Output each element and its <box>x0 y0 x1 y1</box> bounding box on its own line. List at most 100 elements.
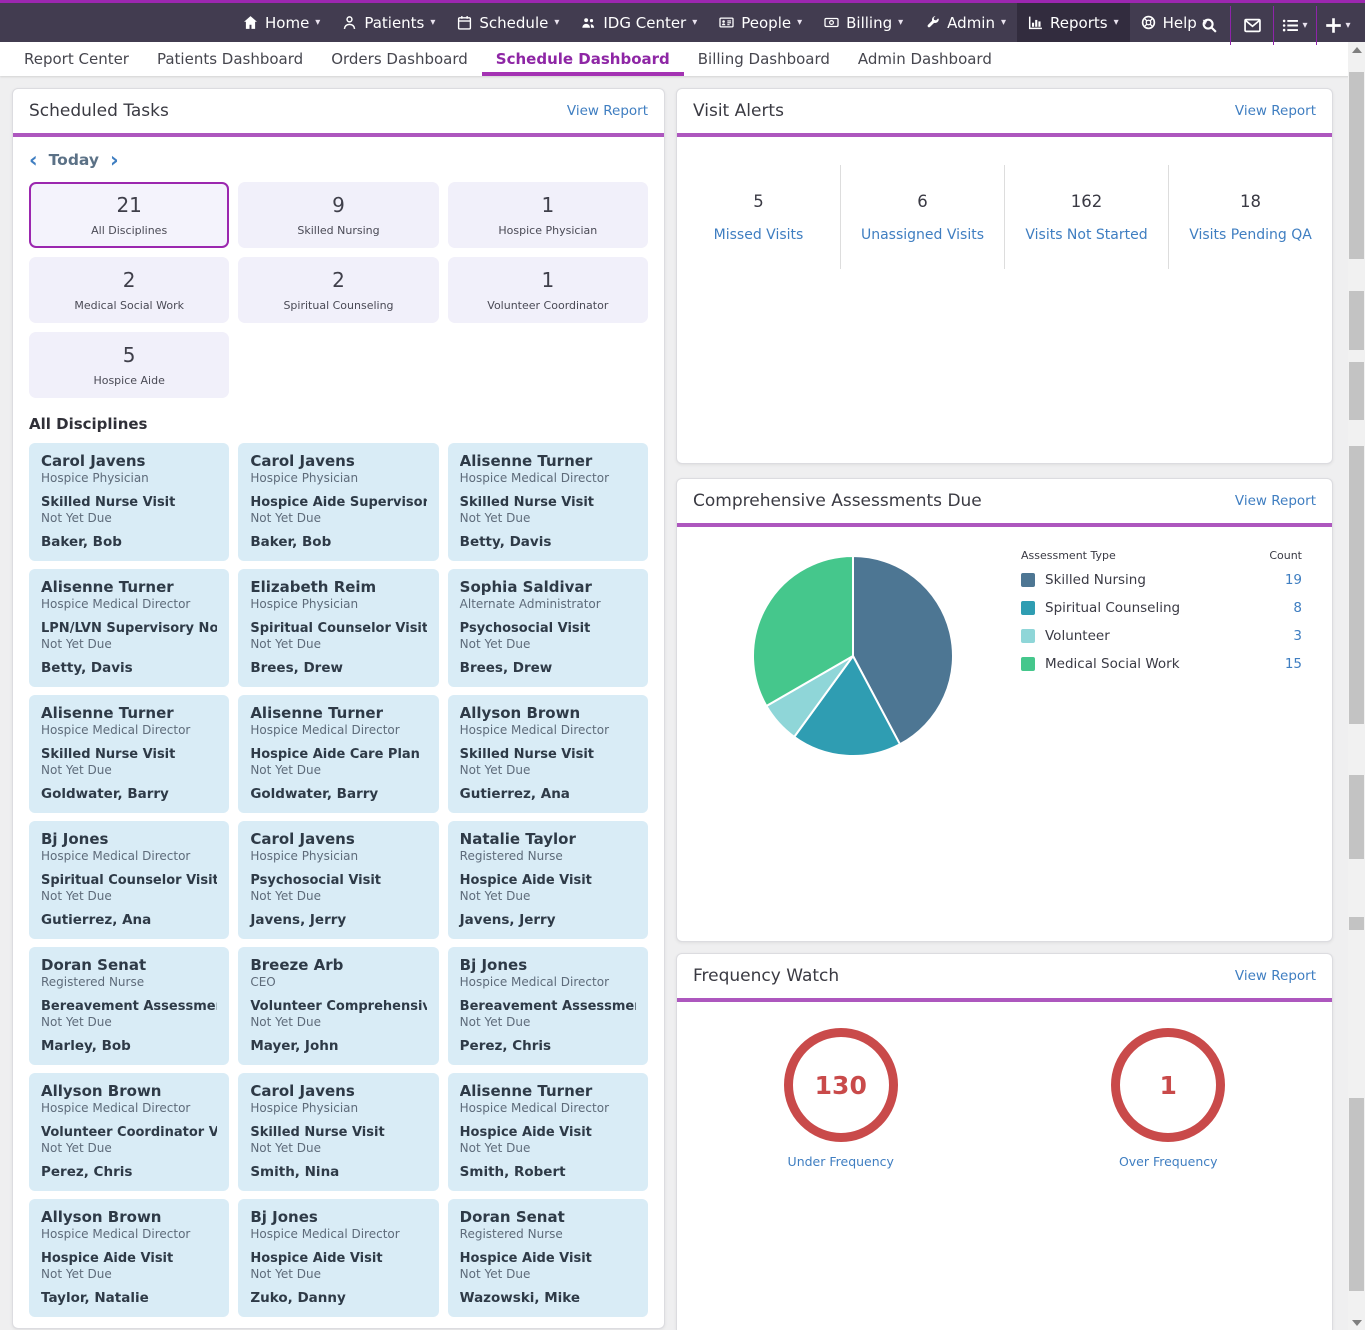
legend-count[interactable]: 19 <box>1285 572 1302 588</box>
task-card[interactable]: Doran SenatRegistered NurseBereavement A… <box>29 947 229 1065</box>
discipline-card-volunteer-coordinator[interactable]: 1Volunteer Coordinator <box>448 257 648 323</box>
view-report-link[interactable]: View Report <box>1235 103 1316 119</box>
frequency-stats: 130Under Frequency1Over Frequency <box>677 1028 1332 1169</box>
patient-name: Marley, Bob <box>41 1038 217 1055</box>
task-card[interactable]: Alisenne TurnerHospice Medical DirectorL… <box>29 569 229 687</box>
discipline-card-spiritual-counseling[interactable]: 2Spiritual Counseling <box>238 257 438 323</box>
task-status: Not Yet Due <box>250 637 426 652</box>
frequency-stat: 1Over Frequency <box>1005 1028 1333 1169</box>
nav-item-idg-center[interactable]: IDG Center▾ <box>570 3 708 42</box>
tab-billing-dashboard[interactable]: Billing Dashboard <box>684 42 844 76</box>
nav-item-billing[interactable]: Billing▾ <box>813 3 914 42</box>
legend-header: Assessment Type Count <box>1021 549 1302 562</box>
stat-link-under-frequency[interactable]: Under Frequency <box>788 1154 894 1169</box>
scrollbar-thumb[interactable] <box>1349 291 1364 350</box>
stat-link-missed-visits[interactable]: Missed Visits <box>714 227 804 243</box>
people-icon <box>719 15 734 30</box>
patient-name: Goldwater, Barry <box>250 786 426 803</box>
next-day-chevron-icon[interactable]: › <box>110 151 119 169</box>
tab-schedule-dashboard[interactable]: Schedule Dashboard <box>482 42 684 76</box>
task-card[interactable]: Carol JavensHospice PhysicianSkilled Nur… <box>238 1073 438 1191</box>
task-card[interactable]: Allyson BrownHospice Medical DirectorSki… <box>448 695 648 813</box>
task-card[interactable]: Bj JonesHospice Medical DirectorSpiritua… <box>29 821 229 939</box>
stat-link-visits-pending-qa[interactable]: Visits Pending QA <box>1189 227 1312 243</box>
clinician-name: Alisenne Turner <box>460 1082 636 1101</box>
list-button[interactable]: ▾ <box>1274 6 1316 45</box>
scrollbar-thumb[interactable] <box>1349 362 1364 420</box>
task-name: Skilled Nurse Visit <box>460 746 636 763</box>
discipline-card-medical-social-work[interactable]: 2Medical Social Work <box>29 257 229 323</box>
task-status: Not Yet Due <box>250 889 426 904</box>
stat-link-over-frequency[interactable]: Over Frequency <box>1119 1154 1218 1169</box>
discipline-card-skilled-nursing[interactable]: 9Skilled Nursing <box>238 182 438 248</box>
legend-label: Spiritual Counseling <box>1045 600 1180 616</box>
scrollbar-down-arrow[interactable] <box>1352 1320 1362 1326</box>
nav-item-people[interactable]: People▾ <box>708 3 813 42</box>
task-card[interactable]: Doran SenatRegistered NurseHospice Aide … <box>448 1199 648 1317</box>
legend-count[interactable]: 8 <box>1293 600 1302 616</box>
task-card[interactable]: Alisenne TurnerHospice Medical DirectorH… <box>238 695 438 813</box>
view-report-link[interactable]: View Report <box>567 103 648 119</box>
task-card[interactable]: Carol JavensHospice PhysicianPsychosocia… <box>238 821 438 939</box>
dashboard-tab-bar: Report CenterPatients DashboardOrders Da… <box>0 42 1365 76</box>
scrollbar-thumb[interactable] <box>1349 917 1364 930</box>
clinician-name: Alisenne Turner <box>41 704 217 723</box>
scrollbar-thumb[interactable] <box>1349 1098 1364 1291</box>
tab-report-center[interactable]: Report Center <box>10 42 143 76</box>
mail-button[interactable] <box>1231 6 1273 45</box>
plus-button[interactable]: ▾ <box>1317 6 1359 45</box>
task-card[interactable]: Breeze ArbCEOVolunteer Comprehensive A..… <box>238 947 438 1065</box>
scrollbar-thumb[interactable] <box>1349 446 1364 724</box>
task-card[interactable]: Alisenne TurnerHospice Medical DirectorS… <box>448 443 648 561</box>
discipline-label: Hospice Physician <box>498 224 597 237</box>
tab-patients-dashboard[interactable]: Patients Dashboard <box>143 42 317 76</box>
patient-name: Wazowski, Mike <box>460 1290 636 1307</box>
stat-link-visits-not-started[interactable]: Visits Not Started <box>1025 227 1147 243</box>
scrollbar-thumb[interactable] <box>1349 72 1364 259</box>
nav-item-schedule[interactable]: Schedule▾ <box>446 3 570 42</box>
task-card[interactable]: Allyson BrownHospice Medical DirectorVol… <box>29 1073 229 1191</box>
stat-link-unassigned-visits[interactable]: Unassigned Visits <box>861 227 984 243</box>
view-report-link[interactable]: View Report <box>1235 968 1316 984</box>
clinician-role: Registered Nurse <box>460 849 636 864</box>
task-card[interactable]: Allyson BrownHospice Medical DirectorHos… <box>29 1199 229 1317</box>
task-card[interactable]: Carol JavensHospice PhysicianSkilled Nur… <box>29 443 229 561</box>
task-card[interactable]: Sophia SaldivarAlternate AdministratorPs… <box>448 569 648 687</box>
legend-count[interactable]: 15 <box>1285 656 1302 672</box>
clinician-name: Bj Jones <box>460 956 636 975</box>
nav-item-patients[interactable]: Patients▾ <box>331 3 446 42</box>
patient-name: Brees, Drew <box>460 660 636 677</box>
nav-item-reports[interactable]: Reports▾ <box>1017 3 1130 42</box>
tab-admin-dashboard[interactable]: Admin Dashboard <box>844 42 1006 76</box>
patients-icon <box>342 15 357 30</box>
clinician-name: Allyson Brown <box>41 1208 217 1227</box>
previous-day-chevron-icon[interactable]: ‹ <box>29 151 38 169</box>
discipline-card-all-disciplines[interactable]: 21All Disciplines <box>29 182 229 248</box>
legend-col-count: Count <box>1269 549 1302 562</box>
legend-count[interactable]: 3 <box>1293 628 1302 644</box>
tab-orders-dashboard[interactable]: Orders Dashboard <box>317 42 482 76</box>
clinician-name: Bj Jones <box>41 830 217 849</box>
task-card[interactable]: Alisenne TurnerHospice Medical DirectorH… <box>448 1073 648 1191</box>
task-card[interactable]: Bj JonesHospice Medical DirectorHospice … <box>238 1199 438 1317</box>
plus-icon <box>1325 17 1342 34</box>
scrollbar-thumb[interactable] <box>1349 775 1364 859</box>
task-card[interactable]: Alisenne TurnerHospice Medical DirectorS… <box>29 695 229 813</box>
panel-title: Scheduled Tasks <box>29 101 169 121</box>
task-status: Not Yet Due <box>250 511 426 526</box>
task-card[interactable]: Carol JavensHospice PhysicianHospice Aid… <box>238 443 438 561</box>
discipline-card-hospice-physician[interactable]: 1Hospice Physician <box>448 182 648 248</box>
task-card[interactable]: Elizabeth ReimHospice PhysicianSpiritual… <box>238 569 438 687</box>
nav-item-home[interactable]: Home▾ <box>232 3 331 42</box>
task-name: Bereavement Assessment <box>41 998 217 1015</box>
discipline-card-hospice-aide[interactable]: 5Hospice Aide <box>29 332 229 398</box>
task-card[interactable]: Bj JonesHospice Medical DirectorBereavem… <box>448 947 648 1065</box>
scrollbar-up-arrow[interactable] <box>1352 47 1362 53</box>
search-button[interactable] <box>1188 6 1230 45</box>
page-scrollbar[interactable] <box>1348 42 1365 1330</box>
legend-label: Medical Social Work <box>1045 656 1180 672</box>
nav-item-admin[interactable]: Admin▾ <box>914 3 1017 42</box>
view-report-link[interactable]: View Report <box>1235 493 1316 509</box>
discipline-count: 21 <box>116 193 141 217</box>
task-card[interactable]: Natalie TaylorRegistered NurseHospice Ai… <box>448 821 648 939</box>
